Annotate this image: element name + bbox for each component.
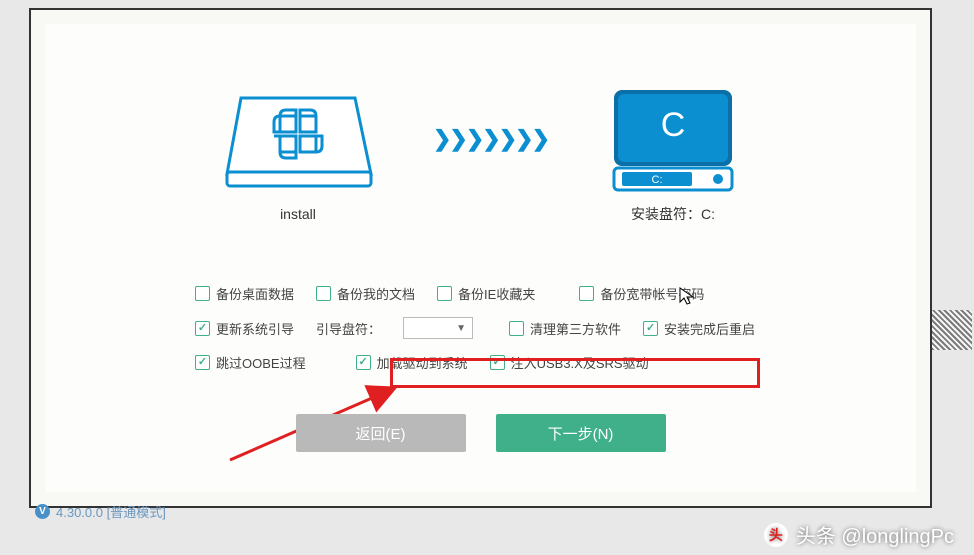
qr-sidebar	[932, 310, 972, 440]
checkbox-backup-docs[interactable]: 备份我的文档	[316, 284, 415, 303]
disk-illustration-row: install ❯❯❯❯❯❯❯ C C:	[45, 24, 916, 224]
checkbox-restart-after[interactable]: 安装完成后重启	[643, 319, 755, 338]
target-disk-icon: C C:	[608, 84, 738, 194]
checkbox-inject-usb3[interactable]: 注入USB3.X及SRS驱动	[490, 353, 649, 372]
back-button[interactable]: 返回(E)	[296, 414, 466, 452]
install-disk-icon	[223, 86, 373, 196]
checkbox-load-drivers[interactable]: 加载驱动到系统	[356, 353, 468, 372]
watermark: 头 头条 @longlingPc	[764, 520, 954, 549]
footer-version: V 4.30.0.0 [普通模式]	[35, 502, 166, 521]
checkbox-backup-ie[interactable]: 备份IE收藏夹	[437, 284, 535, 303]
version-badge-icon: V	[35, 504, 50, 519]
checkbox-backup-broadband[interactable]: 备份宽带帐号密码	[579, 284, 704, 303]
checkbox-update-boot[interactable]: 更新系统引导	[195, 319, 294, 338]
checkbox-clean-third[interactable]: 清理第三方软件	[509, 319, 621, 338]
button-row: 返回(E) 下一步(N)	[45, 414, 916, 452]
checkbox-skip-oobe[interactable]: 跳过OOBE过程	[195, 353, 306, 372]
install-label: install	[280, 206, 316, 222]
options-panel: 备份桌面数据 备份我的文档 备份IE收藏夹 备份宽带帐号密码 更新系统引导 引导…	[195, 284, 866, 386]
source-disk: install	[223, 86, 373, 222]
boot-drive-label: 引导盘符：	[316, 319, 381, 338]
next-button[interactable]: 下一步(N)	[496, 414, 666, 452]
install-dialog: install ❯❯❯❯❯❯❯ C C:	[45, 24, 916, 492]
checkbox-backup-desktop[interactable]: 备份桌面数据	[195, 284, 294, 303]
boot-drive-select[interactable]	[403, 317, 473, 339]
watermark-icon: 头	[764, 523, 788, 547]
arrow-icon: ❯❯❯❯❯❯❯	[433, 126, 548, 152]
svg-text:C:: C:	[652, 174, 663, 186]
drive-letter-big: C	[661, 106, 686, 144]
target-disk: C C: 安装盘符：C:	[608, 84, 738, 224]
target-label: 安装盘符：C:	[631, 204, 715, 224]
